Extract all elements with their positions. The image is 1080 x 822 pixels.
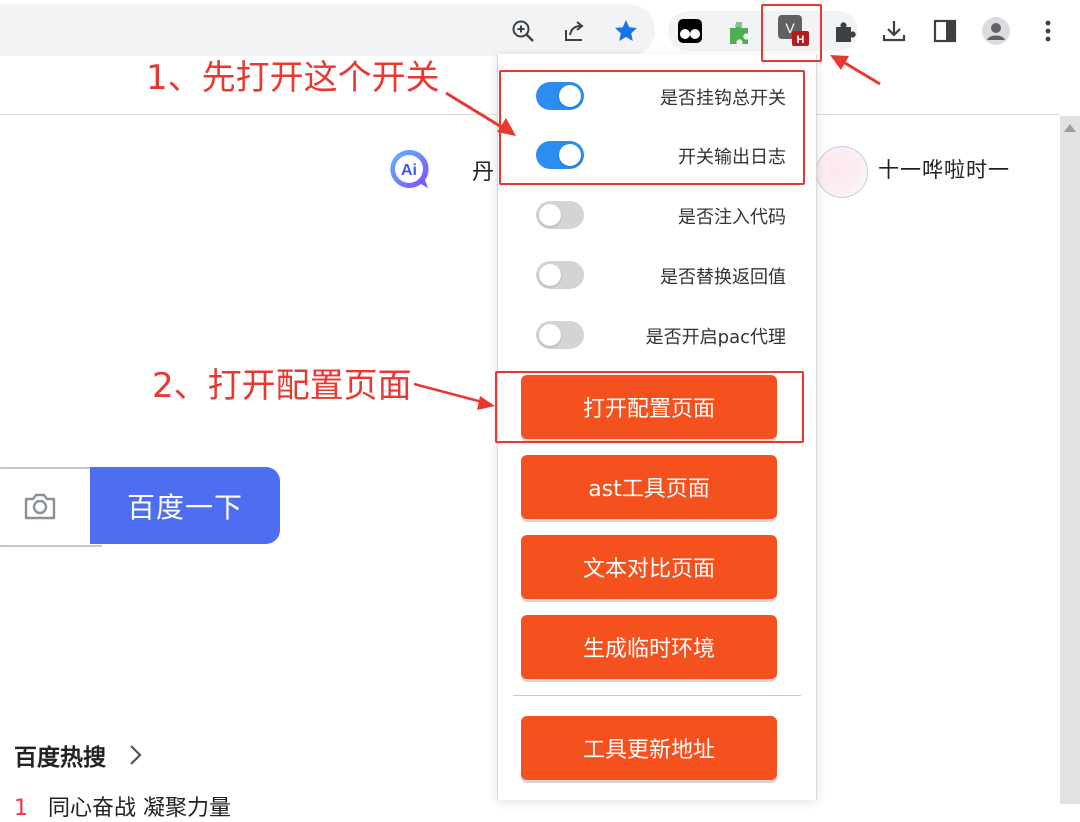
hot-search-text: 同心奋战 凝聚力量	[48, 796, 231, 821]
bookmark-star-icon[interactable]	[609, 14, 643, 48]
toggle-label: 是否开启pac代理	[645, 327, 786, 348]
puzzle-green-extension-icon[interactable]	[724, 14, 758, 48]
annotation-arrow-extension	[830, 55, 881, 86]
replace-return-toggle[interactable]	[536, 261, 584, 289]
pac-proxy-toggle[interactable]	[536, 321, 584, 349]
text-diff-page-button[interactable]: 文本对比页面	[521, 535, 777, 599]
ast-tool-page-button[interactable]: ast工具页面	[521, 455, 777, 519]
hot-search-item[interactable]: 1 同心奋战 凝聚力量	[14, 790, 231, 822]
hot-search-rank: 1	[14, 796, 28, 821]
popup-divider	[513, 695, 801, 696]
generate-temp-env-button[interactable]: 生成临时环境	[521, 615, 777, 679]
side-panel-icon[interactable]	[928, 14, 962, 48]
annotation-box-extension	[761, 4, 822, 62]
annotation-arrow-step2	[413, 382, 495, 410]
toggle-label: 是否替换返回值	[660, 267, 786, 288]
svg-text:Ai: Ai	[401, 162, 417, 179]
toggle-knob	[539, 204, 561, 226]
annotation-box-config-button	[495, 371, 804, 443]
inject-code-toggle[interactable]	[536, 201, 584, 229]
annotation-step2: 2、打开配置页面	[152, 366, 412, 406]
annotation-step1: 1、先打开这个开关	[146, 58, 440, 98]
username[interactable]: 十一哗啦时一	[878, 154, 1010, 184]
toggle-row-inject-code: 是否注入代码	[498, 195, 816, 235]
tool-update-url-button[interactable]: 工具更新地址	[521, 716, 777, 780]
download-icon[interactable]	[877, 14, 911, 48]
ai-assistant-icon[interactable]: Ai	[388, 148, 430, 190]
toggle-knob	[539, 324, 561, 346]
hot-search-title[interactable]: 百度热搜	[14, 738, 106, 772]
toggle-row-replace-return: 是否替换返回值	[498, 255, 816, 295]
toggle-knob	[539, 264, 561, 286]
kebab-menu-icon[interactable]	[1031, 14, 1065, 48]
toggle-row-pac-proxy: 是否开启pac代理	[498, 315, 816, 355]
user-name-fragment: 丹	[472, 160, 495, 185]
tampermonkey-icon[interactable]	[673, 14, 707, 48]
avatar[interactable]	[816, 146, 868, 198]
profile-icon[interactable]	[979, 14, 1013, 48]
chevron-right-icon[interactable]	[128, 743, 144, 767]
zoom-in-icon[interactable]	[506, 14, 540, 48]
camera-icon[interactable]	[22, 490, 58, 522]
address-bar[interactable]	[0, 4, 655, 56]
annotation-box-toggles	[499, 70, 805, 185]
extensions-puzzle-icon[interactable]	[828, 14, 862, 48]
share-icon[interactable]	[558, 14, 592, 48]
page-scrollbar[interactable]	[1060, 116, 1080, 804]
toggle-label: 是否注入代码	[678, 207, 786, 228]
scroll-up-arrow-icon[interactable]	[1064, 124, 1076, 132]
baidu-search-button[interactable]: 百度一下	[90, 467, 280, 544]
